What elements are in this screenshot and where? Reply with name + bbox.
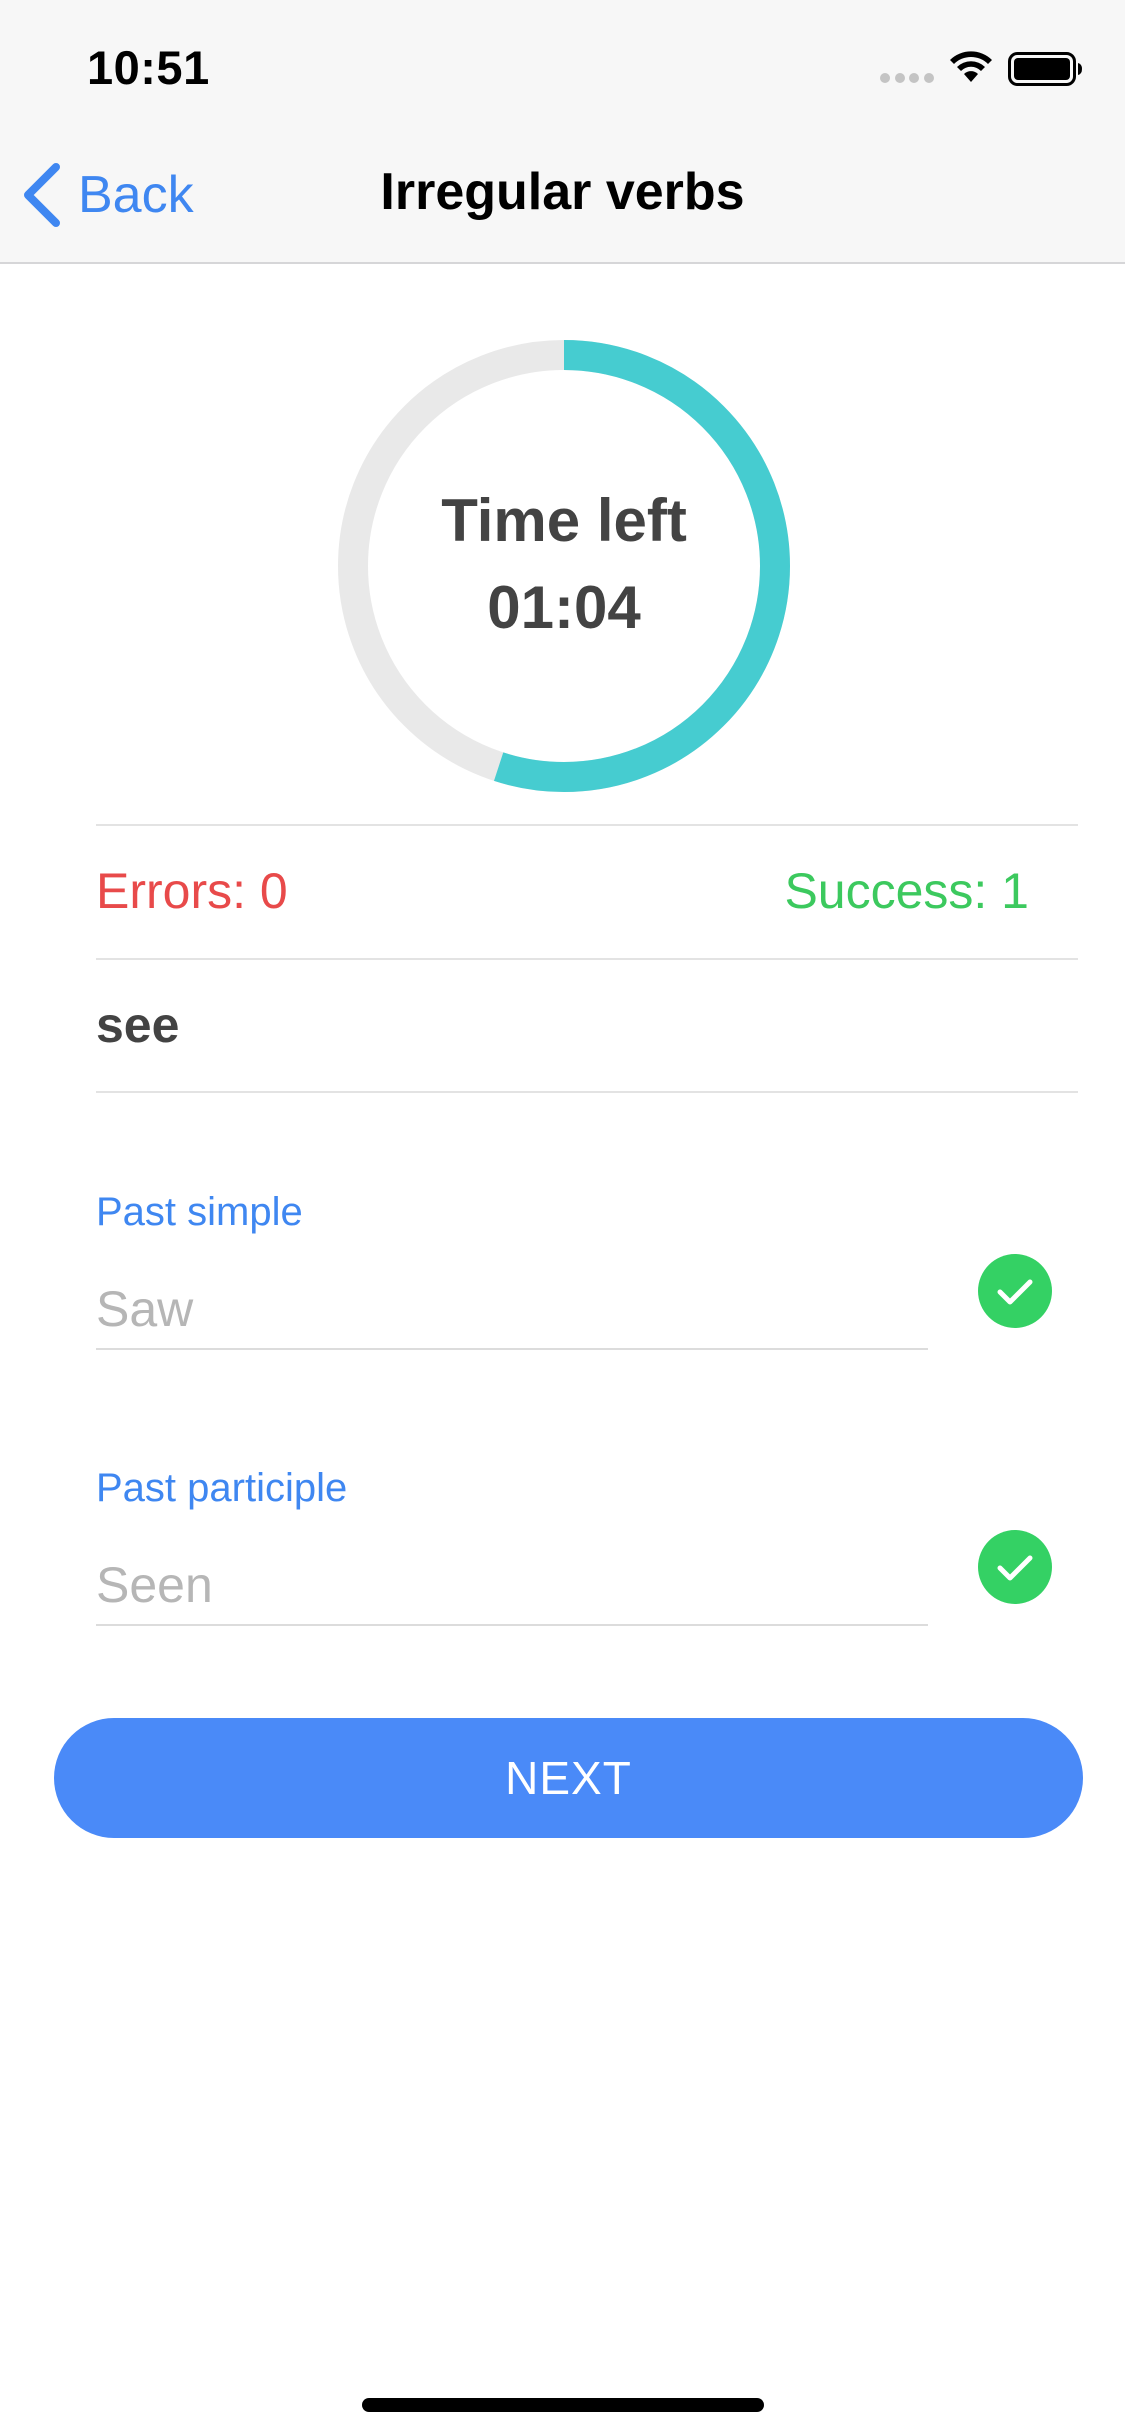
past-participle-input[interactable] bbox=[96, 1546, 928, 1626]
screen: 10:51 Back Irregular verbs Time left 01:… bbox=[0, 0, 1125, 2436]
wifi-icon bbox=[950, 51, 992, 82]
home-indicator bbox=[362, 2398, 764, 2412]
past-participle-label: Past participle bbox=[96, 1466, 348, 1510]
divider bbox=[96, 1091, 1078, 1093]
past-simple-label: Past simple bbox=[96, 1190, 303, 1234]
timer-label: Time left bbox=[441, 487, 687, 554]
errors-count: Errors: 0 bbox=[96, 863, 288, 919]
header: 10:51 Back Irregular verbs bbox=[0, 0, 1125, 264]
status-time: 10:51 bbox=[87, 41, 210, 94]
checkmark-circle-icon bbox=[978, 1254, 1052, 1328]
page-title: Irregular verbs bbox=[380, 163, 745, 221]
battery-icon bbox=[1008, 52, 1082, 86]
timer-ring: Time left 01:04 bbox=[338, 340, 790, 792]
timer-value: 01:04 bbox=[487, 574, 641, 641]
divider bbox=[96, 824, 1078, 826]
divider bbox=[96, 958, 1078, 960]
cellular-signal-icon bbox=[880, 73, 934, 83]
verb-prompt: see bbox=[96, 997, 180, 1053]
past-simple-input[interactable] bbox=[96, 1270, 928, 1350]
success-count: Success: 1 bbox=[784, 863, 1029, 919]
checkmark-circle-icon bbox=[978, 1530, 1052, 1604]
next-button[interactable]: NEXT bbox=[54, 1718, 1083, 1838]
